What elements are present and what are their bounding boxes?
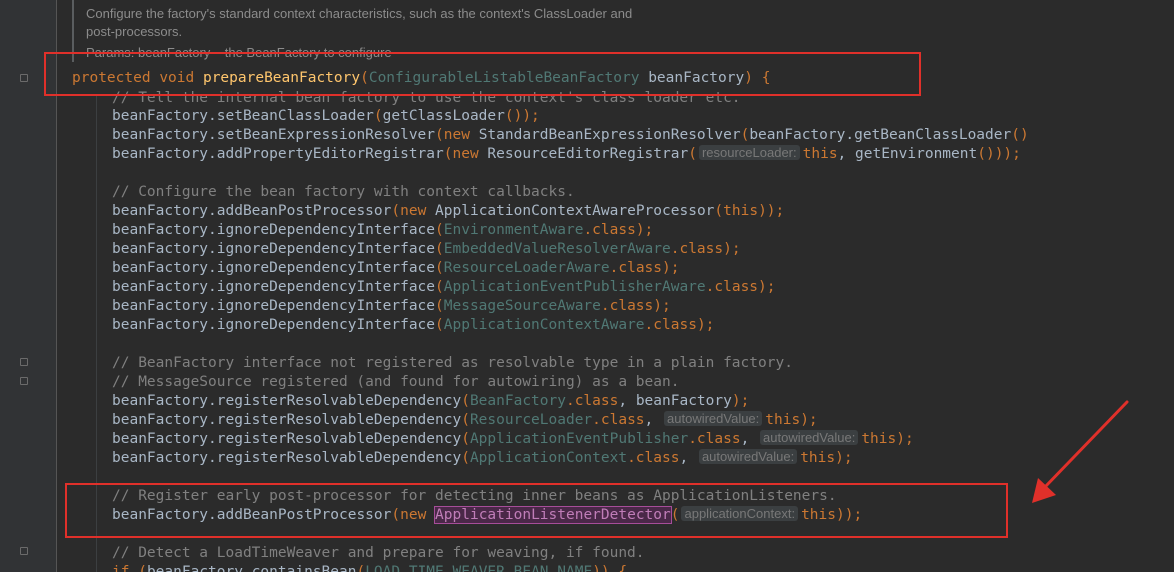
annotation-box-listener-detector [65, 483, 1008, 538]
fold-toggle-icon[interactable] [20, 358, 28, 366]
code-comment: // MessageSource registered (and found f… [112, 374, 680, 390]
code-line: if (beanFactory.containsBean(LOAD_TIME_W… [112, 564, 628, 572]
code-line: beanFactory.registerResolvableDependency… [112, 411, 818, 428]
code-line: beanFactory.ignoreDependencyInterface(Me… [112, 298, 671, 314]
fold-toggle-icon[interactable] [20, 377, 28, 385]
code-line: beanFactory.addPropertyEditorRegistrar(n… [112, 145, 1021, 162]
fold-toggle-icon[interactable] [20, 74, 28, 82]
javadoc-line: Configure the factory's standard context… [86, 6, 633, 21]
code-line: beanFactory.addBeanPostProcessor(new App… [112, 203, 785, 219]
code-line: beanFactory.registerResolvableDependency… [112, 449, 853, 466]
code-line: beanFactory.ignoreDependencyInterface(Em… [112, 241, 741, 257]
code-comment: // Configure the bean factory with conte… [112, 184, 575, 200]
code-comment: // BeanFactory interface not registered … [112, 355, 793, 371]
annotation-box-signature [44, 52, 921, 96]
code-comment: // Detect a LoadTimeWeaver and prepare f… [112, 545, 645, 561]
parameter-hint: autowiredValue: [698, 449, 798, 464]
parameter-hint: autowiredValue: [664, 411, 763, 426]
code-line: beanFactory.setBeanClassLoader(getClassL… [112, 108, 540, 124]
parameter-hint: autowiredValue: [760, 430, 859, 445]
code-line: beanFactory.ignoreDependencyInterface(Re… [112, 260, 680, 276]
code-line: beanFactory.registerResolvableDependency… [112, 430, 914, 447]
fold-toggle-icon[interactable] [20, 547, 28, 555]
javadoc-line: post-processors. [86, 24, 183, 39]
code-line: beanFactory.ignoreDependencyInterface(En… [112, 222, 654, 238]
parameter-hint: resourceLoader: [698, 145, 800, 160]
code-editor[interactable]: Configure the factory's standard context… [0, 0, 1174, 572]
code-line: beanFactory.ignoreDependencyInterface(Ap… [112, 279, 776, 295]
code-line: beanFactory.registerResolvableDependency… [112, 393, 750, 409]
code-line: beanFactory.ignoreDependencyInterface(Ap… [112, 317, 715, 333]
code-line: beanFactory.setBeanExpressionResolver(ne… [112, 127, 1029, 143]
